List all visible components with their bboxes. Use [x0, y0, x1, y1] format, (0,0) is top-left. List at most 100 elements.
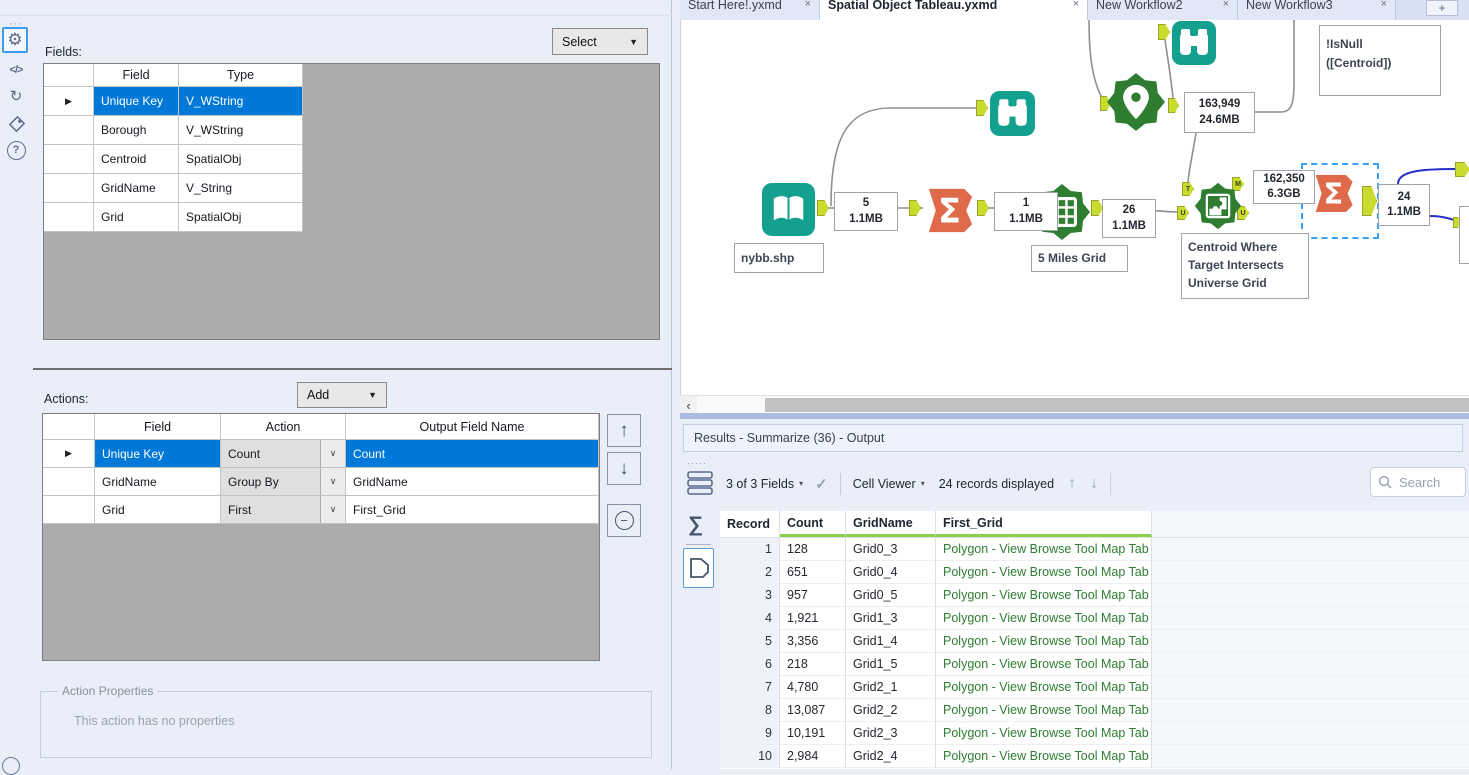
first-grid-cell[interactable]: Polygon - View Browse Tool Map Tab	[936, 630, 1152, 653]
summarize-output-icon[interactable]: ∑	[688, 513, 703, 537]
gridname-cell[interactable]: Grid1_4	[846, 630, 936, 653]
move-up-button[interactable]: ↑	[607, 414, 641, 447]
fields-table-row[interactable]: BoroughV_WString	[44, 116, 659, 145]
first-grid-cell[interactable]: Polygon - View Browse Tool Map Tab	[936, 538, 1152, 561]
record-cell[interactable]: 4	[720, 607, 780, 630]
field-type-cell[interactable]: V_WString	[179, 116, 303, 145]
close-icon[interactable]: ×	[1223, 0, 1229, 10]
record-cell[interactable]: 1	[720, 538, 780, 561]
search-input[interactable]	[1397, 474, 1459, 491]
first-grid-cell[interactable]: Polygon - View Browse Tool Map Tab	[936, 653, 1152, 676]
count-cell[interactable]: 13,087	[780, 699, 846, 722]
input-data-tool[interactable]	[761, 182, 816, 240]
close-icon[interactable]: ×	[1381, 0, 1387, 10]
count-cell[interactable]: 3,356	[780, 630, 846, 653]
results-data-row[interactable]: 102,984Grid2_4Polygon - View Browse Tool…	[720, 745, 1469, 768]
row-selector-cell[interactable]	[44, 203, 94, 232]
field-name-cell[interactable]: Unique Key	[94, 87, 179, 116]
count-cell[interactable]: 2,984	[780, 745, 846, 768]
chevron-down-icon[interactable]: ∨	[320, 496, 345, 523]
record-cell[interactable]: 2	[720, 561, 780, 584]
fields-table[interactable]: FieldType▶Unique KeyV_WStringBoroughV_WS…	[43, 63, 660, 340]
results-data-row[interactable]: 2651Grid0_4Polygon - View Browse Tool Ma…	[720, 561, 1469, 584]
count-cell[interactable]: 128	[780, 538, 846, 561]
fields-table-row[interactable]: GridSpatialObj	[44, 203, 659, 232]
output-field-name-cell[interactable]: GridName	[346, 468, 599, 496]
results-data-row[interactable]: 910,191Grid2_3Polygon - View Browse Tool…	[720, 722, 1469, 745]
scroll-up-records-icon[interactable]: ↑	[1068, 475, 1076, 493]
results-data-row[interactable]: 53,356Grid1_4Polygon - View Browse Tool …	[720, 630, 1469, 653]
results-column-header[interactable]: Count	[780, 511, 846, 537]
help-icon[interactable]: ?	[3, 138, 29, 162]
summarize-tool-selected[interactable]: Σ	[1309, 170, 1356, 220]
record-count-badge[interactable]: 51.1MB	[834, 192, 898, 231]
chevron-down-icon[interactable]: ∨	[320, 468, 345, 495]
actions-table-row[interactable]: GridNameGroup By∨GridName	[43, 468, 599, 496]
select-dropdown-button[interactable]: Select ▼	[552, 28, 648, 55]
close-icon[interactable]: ×	[1073, 0, 1079, 10]
record-count-badge[interactable]: 241.1MB	[1378, 184, 1430, 226]
action-field-cell[interactable]: Unique Key	[95, 440, 221, 468]
results-data-row[interactable]: 6218Grid1_5Polygon - View Browse Tool Ma…	[720, 653, 1469, 676]
record-count-badge[interactable]: 11.1MB	[994, 192, 1058, 231]
record-count-badge[interactable]: 163,94924.6MB	[1184, 92, 1255, 133]
output-field-name-cell[interactable]: Count	[346, 440, 599, 468]
action-dropdown[interactable]: First∨	[221, 496, 346, 524]
first-grid-cell[interactable]: Polygon - View Browse Tool Map Tab	[936, 561, 1152, 584]
remove-action-button[interactable]: −	[607, 504, 641, 537]
first-grid-cell[interactable]: Polygon - View Browse Tool Map Tab	[936, 699, 1152, 722]
record-count-badge[interactable]: 162,3506.3GB	[1253, 170, 1315, 204]
fields-table-row[interactable]: GridNameV_String	[44, 174, 659, 203]
summarize-tool[interactable]: Σ	[921, 183, 976, 241]
actions-table-row[interactable]: ▶Unique KeyCount∨Count	[43, 440, 599, 468]
count-cell[interactable]: 1,921	[780, 607, 846, 630]
tab-spatial-object-tableau[interactable]: Spatial Object Tableau.yxmd ×	[820, 0, 1088, 20]
results-data-row[interactable]: 3957Grid0_5Polygon - View Browse Tool Ma…	[720, 584, 1469, 607]
fields-dropdown[interactable]: 3 of 3 Fields	[726, 477, 794, 491]
action-dropdown[interactable]: Group By∨	[221, 468, 346, 496]
field-name-cell[interactable]: Borough	[94, 116, 179, 145]
record-cell[interactable]: 3	[720, 584, 780, 607]
close-icon[interactable]: ×	[805, 0, 811, 10]
field-type-cell[interactable]: V_WString	[179, 87, 303, 116]
first-grid-cell[interactable]: Polygon - View Browse Tool Map Tab	[936, 745, 1152, 768]
field-name-cell[interactable]: GridName	[94, 174, 179, 203]
row-selector-cell[interactable]	[44, 174, 94, 203]
scroll-down-records-icon[interactable]: ↓	[1090, 475, 1098, 493]
first-grid-cell[interactable]: Polygon - View Browse Tool Map Tab	[936, 722, 1152, 745]
cell-viewer-dropdown[interactable]: Cell Viewer	[853, 477, 916, 491]
results-data-row[interactable]: 74,780Grid2_1Polygon - View Browse Tool …	[720, 676, 1469, 699]
gridname-cell[interactable]: Grid0_4	[846, 561, 936, 584]
gridname-cell[interactable]: Grid1_5	[846, 653, 936, 676]
count-cell[interactable]: 10,191	[780, 722, 846, 745]
row-selector-cell[interactable]: ▶	[43, 440, 95, 468]
search-box[interactable]	[1370, 467, 1466, 497]
results-column-header[interactable]: GridName	[846, 511, 936, 537]
tab-start-here[interactable]: Start Here!.yxmd ×	[680, 0, 820, 20]
results-column-header[interactable]: Record	[720, 511, 780, 537]
spatial-view-toggle[interactable]	[683, 548, 714, 588]
panel-splitter[interactable]	[33, 368, 672, 370]
results-data-row[interactable]: 1128Grid0_3Polygon - View Browse Tool Ma…	[720, 538, 1469, 561]
field-type-cell[interactable]: SpatialObj	[179, 203, 303, 232]
record-cell[interactable]: 9	[720, 722, 780, 745]
actions-table[interactable]: FieldActionOutput Field Name▶Unique KeyC…	[42, 413, 600, 661]
gridname-cell[interactable]: Grid2_4	[846, 745, 936, 768]
create-points-tool[interactable]	[1106, 72, 1166, 135]
tag-icon[interactable]	[3, 112, 29, 136]
count-cell[interactable]: 4,780	[780, 676, 846, 699]
record-count-badge[interactable]: 261.1MB	[1102, 199, 1156, 238]
grid-annotation[interactable]: 5 Miles Grid	[1031, 245, 1128, 272]
field-type-cell[interactable]: V_String	[179, 174, 303, 203]
gridname-cell[interactable]: Grid1_3	[846, 607, 936, 630]
gridname-cell[interactable]: Grid0_3	[846, 538, 936, 561]
spatial-match-tool[interactable]	[1194, 182, 1242, 233]
workflow-xml-icon[interactable]: </>	[3, 58, 29, 82]
row-selector-cell[interactable]: ▶	[44, 87, 94, 116]
gridname-cell[interactable]: Grid2_3	[846, 722, 936, 745]
field-name-cell[interactable]: Grid	[94, 203, 179, 232]
browse-tool[interactable]	[1171, 20, 1217, 69]
action-field-cell[interactable]: GridName	[95, 468, 221, 496]
spatial-match-annotation[interactable]: Centroid Where Target Intersects Univers…	[1181, 233, 1309, 299]
field-type-cell[interactable]: SpatialObj	[179, 145, 303, 174]
